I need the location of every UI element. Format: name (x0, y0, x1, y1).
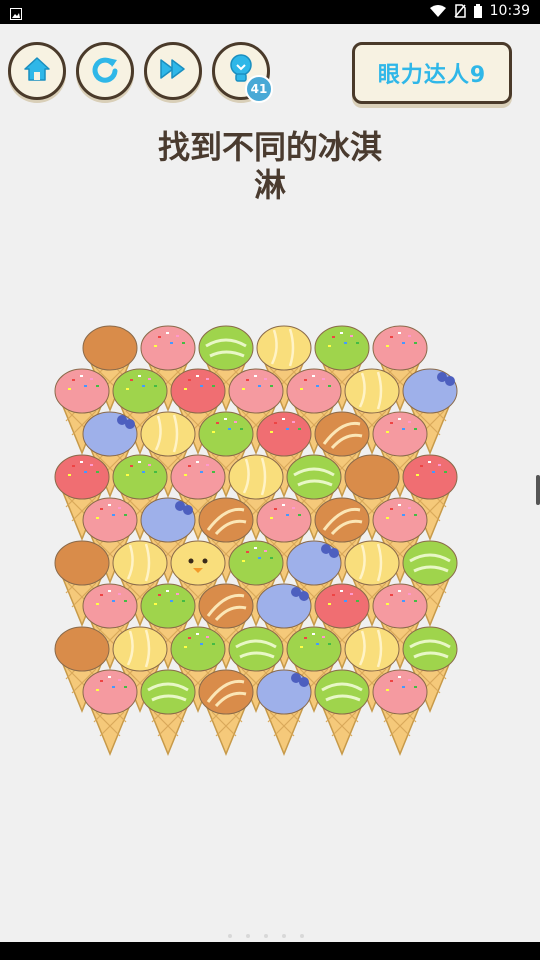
image-notification-icon (10, 5, 22, 24)
battery-icon (473, 4, 482, 18)
ice-cream-stripe[interactable] (198, 669, 254, 756)
page-dot (264, 934, 268, 938)
skip-icon (157, 54, 189, 88)
ice-cream-board (0, 300, 540, 760)
status-bar: 10:39 (0, 0, 540, 24)
hint-count-badge: 41 (245, 75, 273, 103)
clock-time: 10:39 (489, 3, 530, 19)
home-button[interactable] (8, 42, 66, 100)
ice-cream-pink[interactable] (82, 669, 138, 756)
page-dot (246, 934, 250, 938)
page-dot (300, 934, 304, 938)
level-title: 眼力达人9 (352, 42, 512, 104)
ice-cream-blue-bow[interactable] (256, 669, 312, 756)
puzzle-prompt: 找到不同的冰淇 淋 (120, 128, 420, 204)
restart-button[interactable] (76, 42, 134, 100)
page-dot (228, 934, 232, 938)
ice-cream-green-swirl[interactable] (314, 669, 370, 756)
prompt-line-1: 找到不同的冰淇 (157, 128, 382, 166)
wifi-icon (429, 5, 446, 17)
no-sim-icon (454, 4, 466, 18)
ice-cream-green-swirl[interactable] (140, 669, 196, 756)
home-icon (22, 54, 52, 88)
page-indicator (228, 934, 304, 938)
skip-button[interactable] (144, 42, 202, 100)
navigation-bar (0, 942, 540, 960)
page-dot (282, 934, 286, 938)
hint-button[interactable]: 41 (212, 42, 273, 103)
ice-cream-pink[interactable] (372, 669, 428, 756)
game-toolbar: 41 (8, 42, 273, 103)
side-drawer-handle[interactable] (536, 475, 540, 505)
prompt-line-2: 淋 (253, 166, 286, 204)
restart-icon (90, 54, 120, 88)
